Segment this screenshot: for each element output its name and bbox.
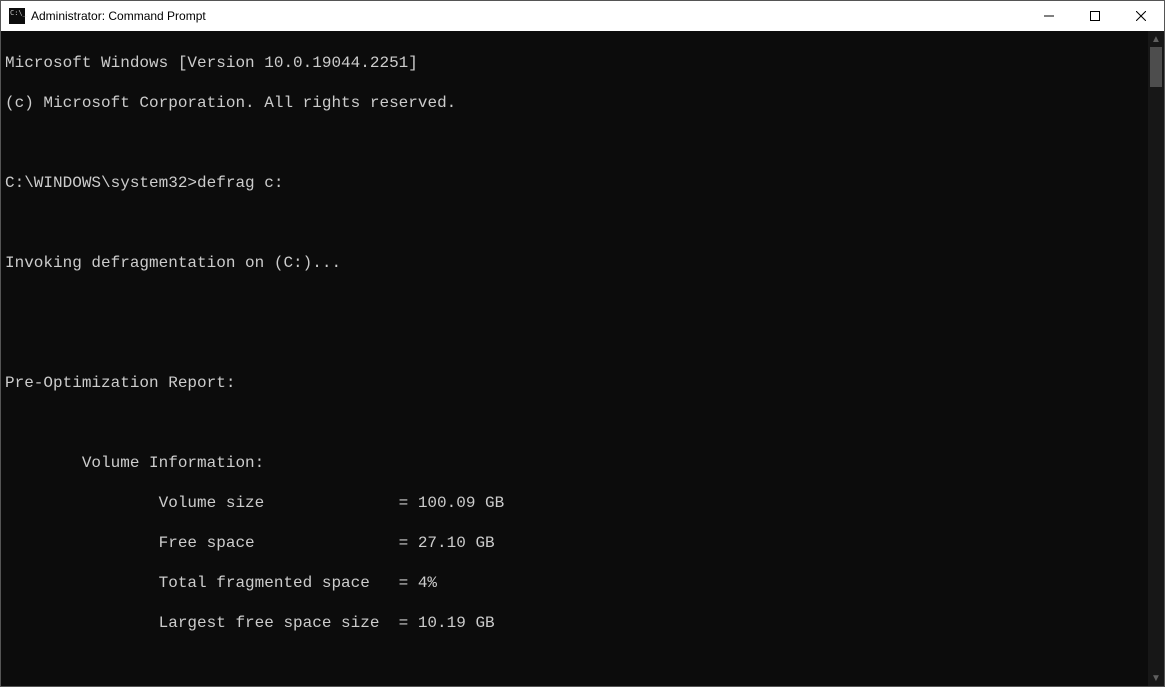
pre-volume-size: Volume size= 100.09 GB [5,493,1144,513]
prompt-line: C:\WINDOWS\system32>defrag c: [5,173,1144,193]
pre-total-fragmented: Total fragmented space= 4% [5,573,1144,593]
intro-line-1: Microsoft Windows [Version 10.0.19044.22… [5,53,1144,73]
pre-report-header: Pre-Optimization Report: [5,373,1144,393]
cmd-icon [9,8,25,24]
maximize-button[interactable] [1072,1,1118,31]
pre-largest-free: Largest free space size= 10.19 GB [5,613,1144,633]
invoking-line: Invoking defragmentation on (C:)... [5,253,1144,273]
vertical-scrollbar[interactable]: ▲ ▼ [1148,31,1164,686]
pre-volume-info-header: Volume Information: [5,453,1144,473]
scroll-thumb[interactable] [1150,47,1162,87]
pre-free-space: Free space= 27.10 GB [5,533,1144,553]
maximize-icon [1090,11,1100,21]
window-title: Administrator: Command Prompt [31,9,206,23]
intro-line-2: (c) Microsoft Corporation. All rights re… [5,93,1144,113]
terminal-output[interactable]: Microsoft Windows [Version 10.0.19044.22… [1,31,1148,686]
client-area: Microsoft Windows [Version 10.0.19044.22… [1,31,1164,686]
command-prompt-window: Administrator: Command Prompt Microsoft … [0,0,1165,687]
titlebar[interactable]: Administrator: Command Prompt [1,1,1164,31]
scroll-up-arrow-icon[interactable]: ▲ [1148,31,1164,47]
close-icon [1136,11,1146,21]
minimize-button[interactable] [1026,1,1072,31]
close-button[interactable] [1118,1,1164,31]
prompt-path: C:\WINDOWS\system32> [5,174,197,192]
minimize-icon [1044,11,1054,21]
scroll-down-arrow-icon[interactable]: ▼ [1148,670,1164,686]
command-text: defrag c: [197,174,283,192]
